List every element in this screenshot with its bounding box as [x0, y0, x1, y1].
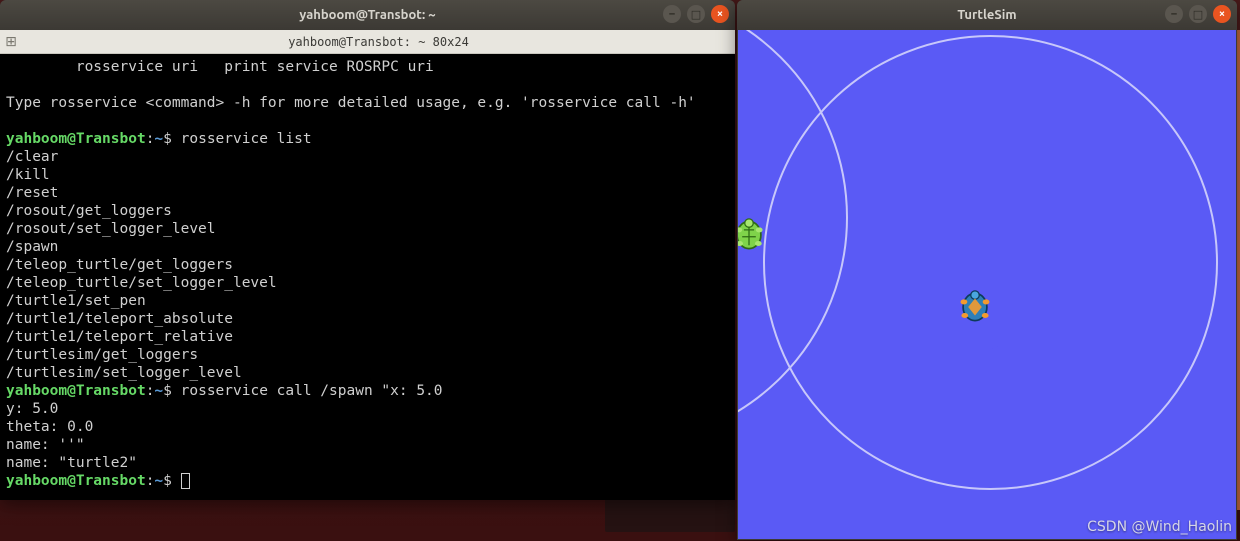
minimize-icon: – — [1171, 8, 1177, 20]
turtlesim-titlebar[interactable]: TurtleSim – □ × — [737, 0, 1237, 30]
turtlesim-canvas[interactable] — [738, 30, 1236, 539]
maximize-icon: □ — [1193, 8, 1203, 21]
term-line: /turtlesim/set_logger_level — [6, 365, 242, 381]
term-line: /teleop_turtle/get_loggers — [6, 257, 233, 273]
terminal-title: yahboom@Transbot: ~ — [299, 8, 435, 22]
close-button[interactable]: × — [711, 5, 729, 23]
term-line: /rosout/get_loggers — [6, 203, 172, 219]
term-line: rosservice uri print service ROSRPC uri — [6, 59, 434, 75]
minimize-icon: – — [669, 8, 675, 20]
term-line: /spawn — [6, 239, 58, 255]
maximize-button[interactable]: □ — [1189, 5, 1207, 23]
close-icon: × — [717, 8, 723, 20]
term-line: y: 5.0 — [6, 401, 58, 417]
term-line: /reset — [6, 185, 58, 201]
turtlesim-window-controls: – □ × — [1165, 5, 1231, 23]
turtlesim-title: TurtleSim — [957, 8, 1016, 22]
term-line: /rosout/set_logger_level — [6, 221, 216, 237]
terminal-window: yahboom@Transbot: ~ – □ × ⊞ yahboom@Tran… — [0, 0, 735, 500]
term-command: rosservice list — [181, 131, 312, 147]
prompt-user: yahboom@Transbot — [6, 131, 146, 147]
desktop: yahboom@Transbot: ~ – □ × ⊞ yahboom@Tran… — [0, 0, 1240, 541]
term-line: /turtle1/teleport_relative — [6, 329, 233, 345]
term-line: theta: 0.0 — [6, 419, 93, 435]
prompt-path: ~ — [154, 131, 163, 147]
term-line: name: ''" — [6, 437, 85, 453]
term-line: /teleop_turtle/set_logger_level — [6, 275, 277, 291]
close-button[interactable]: × — [1213, 5, 1231, 23]
terminal-tab-title[interactable]: yahboom@Transbot: ~ 80x24 — [22, 35, 735, 49]
minimize-button[interactable]: – — [663, 5, 681, 23]
prompt-user: yahboom@Transbot — [6, 473, 146, 489]
cursor-icon — [181, 473, 190, 489]
term-line: /turtle1/teleport_absolute — [6, 311, 233, 327]
turtle1-icon — [738, 218, 766, 252]
prompt-user: yahboom@Transbot — [6, 383, 146, 399]
prompt-dollar: $ — [163, 473, 180, 489]
prompt-dollar: $ — [163, 383, 180, 399]
term-line: /turtle1/set_pen — [6, 293, 146, 309]
minimize-button[interactable]: – — [1165, 5, 1183, 23]
maximize-button[interactable]: □ — [687, 5, 705, 23]
prompt-path: ~ — [154, 473, 163, 489]
term-command: rosservice call /spawn "x: 5.0 — [181, 383, 443, 399]
prompt-path: ~ — [154, 383, 163, 399]
term-line: /turtlesim/get_loggers — [6, 347, 198, 363]
term-line: /clear — [6, 149, 58, 165]
turtlesim-window: TurtleSim – □ × — [737, 0, 1237, 540]
maximize-icon: □ — [691, 8, 701, 21]
terminal-titlebar[interactable]: yahboom@Transbot: ~ – □ × — [0, 0, 735, 30]
term-line: name: "turtle2" — [6, 455, 137, 471]
terminal-tabbar: ⊞ yahboom@Transbot: ~ 80x24 — [0, 30, 735, 54]
prompt-dollar: $ — [163, 131, 180, 147]
terminal-body[interactable]: rosservice uri print service ROSRPC uri … — [0, 54, 735, 500]
term-line: /kill — [6, 167, 50, 183]
terminal-window-controls: – □ × — [663, 5, 729, 23]
term-line: Type rosservice <command> -h for more de… — [6, 95, 696, 111]
close-icon: × — [1219, 8, 1225, 20]
new-tab-button[interactable]: ⊞ — [0, 33, 22, 50]
watermark: CSDN @Wind_Haolin — [1087, 519, 1232, 535]
turtle2-icon — [958, 290, 992, 324]
